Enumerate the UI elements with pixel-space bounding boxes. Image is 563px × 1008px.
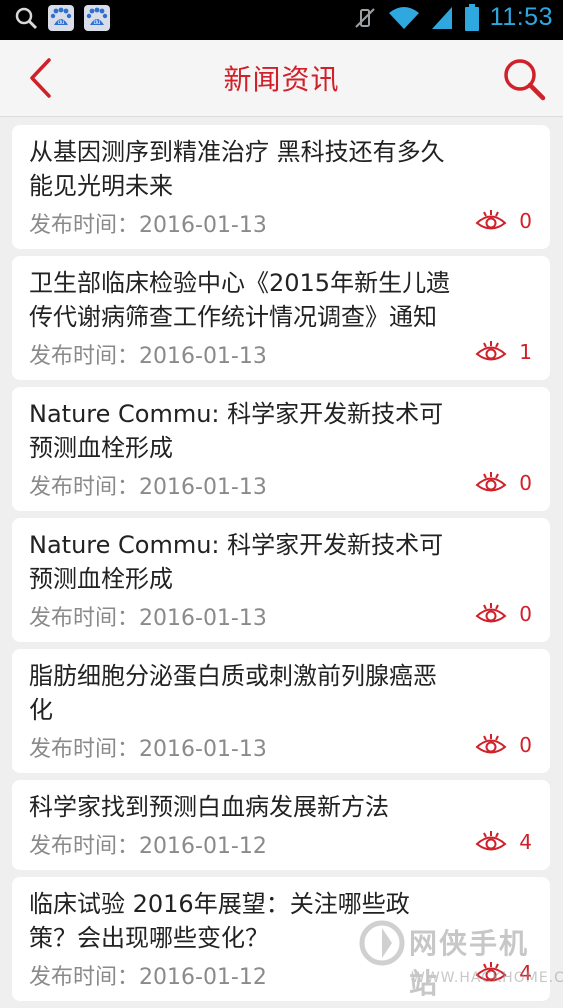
date-value: 2016-01-13 <box>139 344 267 369</box>
view-count: 0 <box>475 471 532 495</box>
news-item[interactable]: Nature Commu: 科学家开发新技术可预测血栓形成 发布时间：2016-0… <box>12 518 550 642</box>
watermark-name: 网侠手机站 <box>409 927 530 1000</box>
news-item[interactable]: 科学家找到预测白血病发展新方法 发布时间：2016-01-12 4 <box>12 780 550 870</box>
news-meta: 发布时间：2016-01-13 0 <box>29 727 532 769</box>
signal-icon <box>431 6 452 29</box>
date-value: 2016-01-12 <box>139 834 267 859</box>
view-count-value: 4 <box>519 830 532 854</box>
news-title: 脂肪细胞分泌蛋白质或刺激前列腺癌恶化 <box>29 662 437 724</box>
news-item[interactable]: 从基因测序到精准治疗 黑科技还有多久能见光明未来发布时间：2016-01-13 0 <box>12 125 550 249</box>
date-label: 发布时间： <box>29 344 140 369</box>
news-title: 卫生部临床检验中心《2015年新生儿遗传代谢病筛查工作统计情况调查》通知 <box>29 269 451 331</box>
date-value: 2016-01-13 <box>139 606 267 631</box>
status-clock: 11:53 <box>489 3 553 31</box>
status-bar: du du 11:53 <box>0 0 563 40</box>
news-date: 发布时间：2016-01-13 <box>29 600 267 632</box>
date-label: 发布时间： <box>29 475 140 500</box>
news-date: 发布时间：2016-01-12 <box>29 828 267 860</box>
vibrate-mute-icon <box>355 7 375 28</box>
view-count-value: 0 <box>519 733 532 757</box>
view-count-value: 0 <box>519 471 532 495</box>
date-label: 发布时间： <box>29 737 140 762</box>
news-title: Nature Commu: 科学家开发新技术可预测血栓形成 <box>29 531 444 593</box>
view-count: 0 <box>475 733 532 757</box>
news-meta: 发布时间：2016-01-13 0 <box>29 203 532 245</box>
watermark-logo-icon <box>359 920 405 966</box>
view-count-value: 0 <box>519 602 532 626</box>
news-item[interactable]: Nature Commu: 科学家开发新技术可预测血栓形成 发布时间：2016-0… <box>12 387 550 511</box>
baidu-app-icon-2: du <box>84 5 110 31</box>
eye-icon <box>475 210 507 230</box>
baidu-app-icon: du <box>48 5 74 31</box>
baidu-label: du <box>58 20 65 26</box>
news-date: 发布时间：2016-01-13 <box>29 207 267 239</box>
eye-icon <box>475 472 507 492</box>
date-value: 2016-01-12 <box>139 965 267 990</box>
status-left: du du <box>14 5 110 31</box>
date-label: 发布时间： <box>29 965 140 990</box>
news-date: 发布时间：2016-01-13 <box>29 469 267 501</box>
news-date: 发布时间：2016-01-13 <box>29 731 267 763</box>
watermark: 网侠手机站 WWW.HACKHOME.COM <box>357 918 563 1000</box>
news-meta: 发布时间：2016-01-13 0 <box>29 465 532 507</box>
view-count: 1 <box>475 340 532 364</box>
page-title: 新闻资讯 <box>223 63 340 96</box>
search-status-icon <box>15 7 38 30</box>
date-label: 发布时间： <box>29 213 140 238</box>
date-value: 2016-01-13 <box>139 475 267 500</box>
battery-icon <box>464 3 479 31</box>
view-count-value: 0 <box>519 209 532 233</box>
date-value: 2016-01-13 <box>139 737 267 762</box>
eye-icon <box>475 341 507 361</box>
view-count: 4 <box>475 830 532 854</box>
news-date: 发布时间：2016-01-13 <box>29 338 267 370</box>
view-count: 0 <box>475 209 532 233</box>
search-button[interactable] <box>501 56 547 102</box>
news-item[interactable]: 脂肪细胞分泌蛋白质或刺激前列腺癌恶化发布时间：2016-01-13 0 <box>12 649 550 773</box>
news-title: 科学家找到预测白血病发展新方法 <box>29 793 389 821</box>
status-right: 11:53 <box>352 3 553 32</box>
wifi-icon <box>388 6 419 29</box>
eye-icon <box>475 734 507 754</box>
date-label: 发布时间： <box>29 834 140 859</box>
view-count-value: 1 <box>519 340 532 364</box>
watermark-url: WWW.HACKHOME.COM <box>411 970 563 986</box>
news-date: 发布时间：2016-01-12 <box>29 959 267 991</box>
news-title: Nature Commu: 科学家开发新技术可预测血栓形成 <box>29 400 444 462</box>
news-item[interactable]: 卫生部临床检验中心《2015年新生儿遗传代谢病筛查工作统计情况调查》通知 发布时间… <box>12 256 550 380</box>
search-icon <box>504 59 546 101</box>
date-value: 2016-01-13 <box>139 213 267 238</box>
view-count: 0 <box>475 602 532 626</box>
app-header: 新闻资讯 <box>0 40 563 117</box>
date-label: 发布时间： <box>29 606 140 631</box>
news-meta: 发布时间：2016-01-12 4 <box>29 824 532 866</box>
eye-icon <box>475 603 507 623</box>
eye-icon <box>475 831 507 851</box>
baidu-label-2: du <box>94 20 101 26</box>
news-title: 从基因测序到精准治疗 黑科技还有多久能见光明未来 <box>29 138 445 200</box>
news-meta: 发布时间：2016-01-13 1 <box>29 334 532 376</box>
news-meta: 发布时间：2016-01-13 0 <box>29 596 532 638</box>
news-list: 从基因测序到精准治疗 黑科技还有多久能见光明未来 发布时间：2016-01-13 0… <box>12 125 550 1008</box>
